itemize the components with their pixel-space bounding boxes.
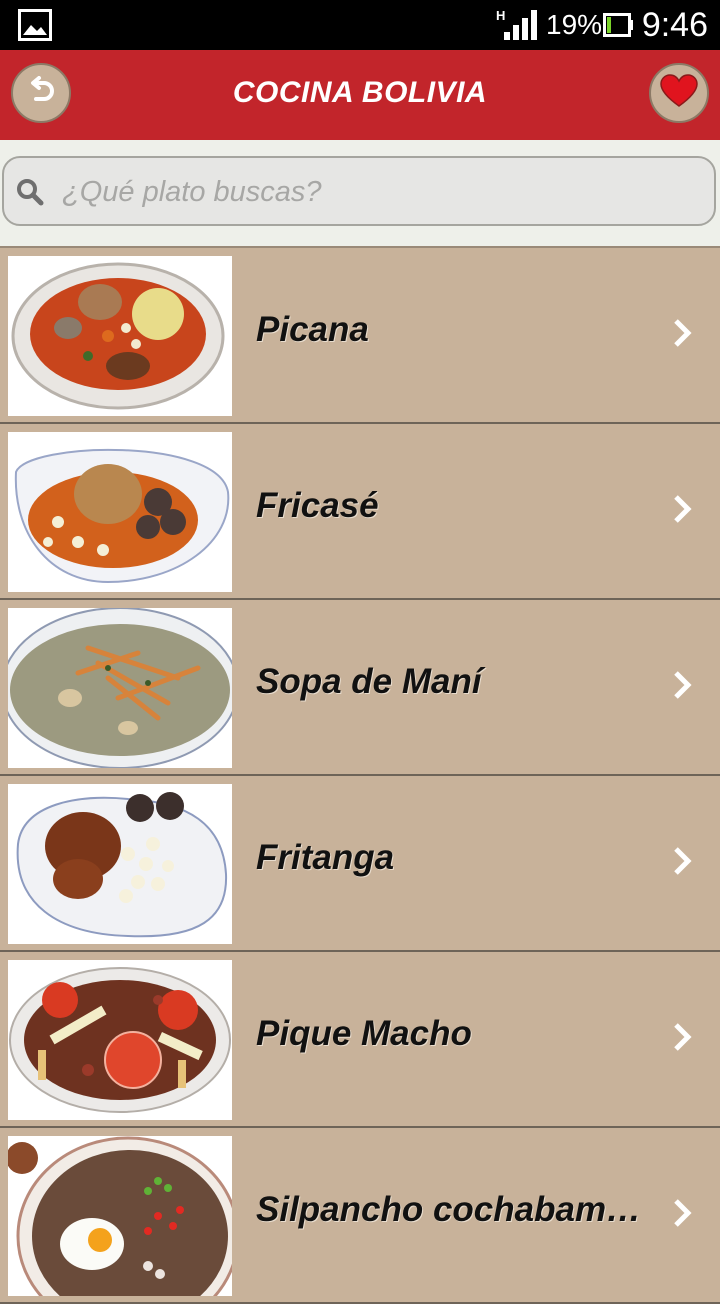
dish-name: Pique Macho: [256, 1014, 472, 1053]
clock: 9:46: [641, 6, 708, 44]
status-bar: H 19% 9:46: [0, 0, 720, 50]
search-box[interactable]: [2, 156, 716, 226]
dish-list: Picana Fricasé Sopa de Maní Fritanga Piq…: [0, 248, 720, 1304]
gallery-notification-icon: [18, 9, 52, 46]
dish-name: Sopa de Maní: [256, 662, 482, 701]
list-item[interactable]: Fricasé: [0, 424, 720, 600]
chevron-right-icon: [672, 670, 694, 705]
chevron-right-icon: [672, 318, 694, 353]
list-item[interactable]: Picana: [0, 248, 720, 424]
list-item[interactable]: Fritanga: [0, 776, 720, 952]
signal-icon: H: [496, 8, 540, 47]
dish-photo: [8, 608, 232, 768]
app-header: COCINA BOLIVIA: [0, 50, 720, 140]
search-icon: [16, 178, 44, 211]
list-item[interactable]: Pique Macho: [0, 952, 720, 1128]
dish-name: Fritanga: [256, 838, 395, 877]
svg-text:H: H: [496, 8, 505, 23]
dish-photo: [8, 784, 232, 944]
battery-icon: [603, 13, 633, 42]
search-area: [0, 140, 720, 248]
chevron-right-icon: [672, 1198, 694, 1233]
dish-photo: [8, 256, 232, 416]
list-item[interactable]: Silpancho cochabamb...: [0, 1128, 720, 1304]
search-input[interactable]: [60, 166, 704, 218]
dish-photo: [8, 960, 232, 1120]
list-item[interactable]: Sopa de Maní: [0, 600, 720, 776]
chevron-right-icon: [672, 846, 694, 881]
dish-name: Silpancho cochabamb...: [256, 1190, 646, 1229]
favorites-button[interactable]: [649, 63, 709, 123]
chevron-right-icon: [672, 494, 694, 529]
chevron-right-icon: [672, 1022, 694, 1057]
battery-percent: 19%: [546, 9, 603, 40]
dish-photo: [8, 432, 232, 592]
app-title: COCINA BOLIVIA: [232, 76, 488, 109]
dish-name: Picana: [256, 310, 369, 349]
dish-photo: [8, 1136, 232, 1296]
heart-icon: [660, 73, 698, 113]
dish-name: Fricasé: [256, 486, 379, 525]
